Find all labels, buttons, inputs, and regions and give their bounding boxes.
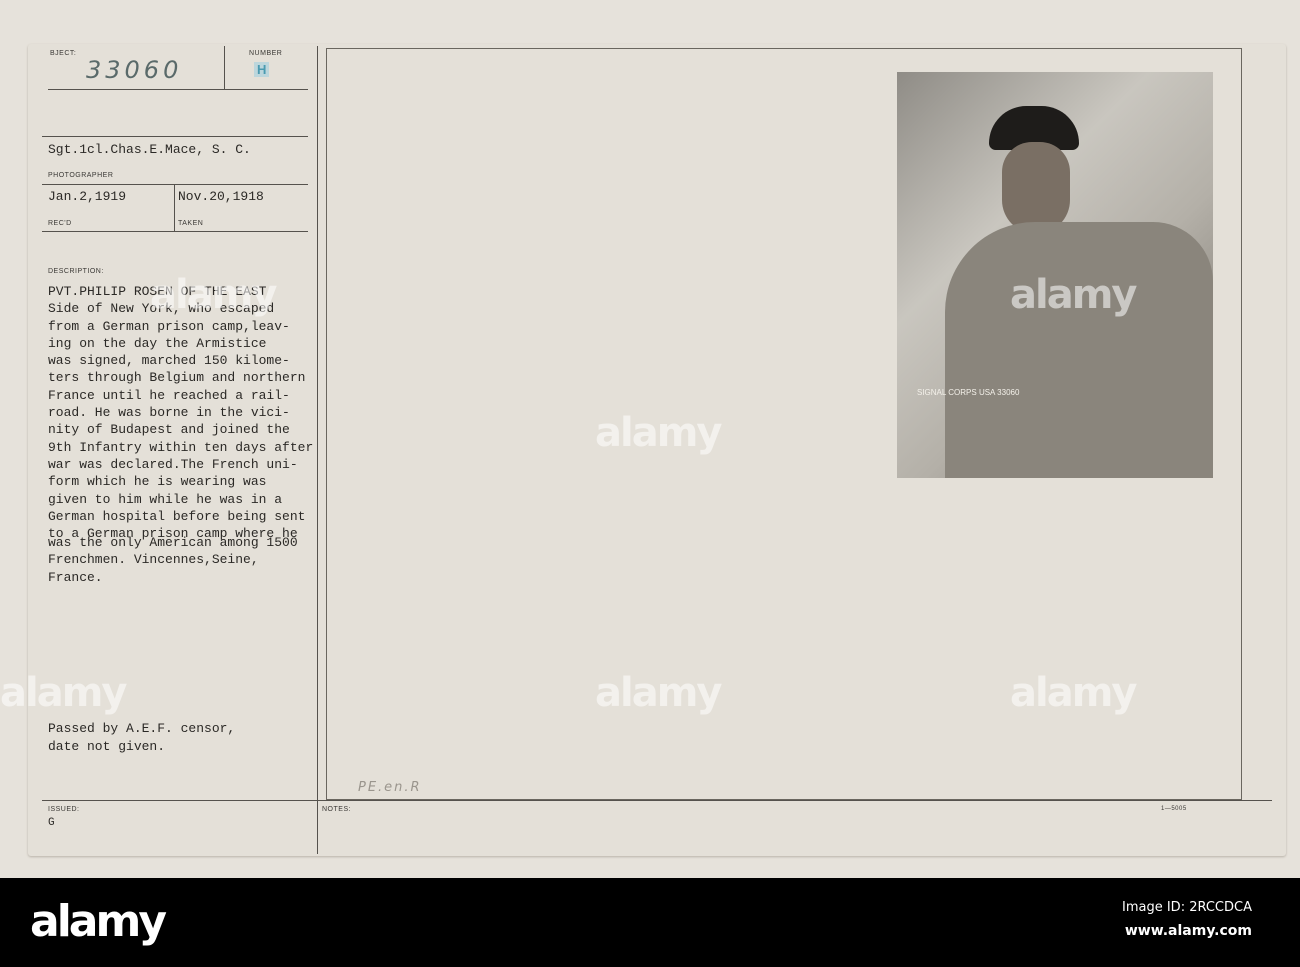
censor-line: date not given. [48,739,166,754]
watermark: alamy [0,670,127,716]
description-text: PVT.PHILIP ROSEN OF THE EAST Side of New… [48,283,313,586]
alamy-footer: alamy Image ID: 2RCCDCA www.alamy.com [0,878,1300,967]
censor-line: Passed by A.E.F. censor, [48,721,236,736]
issued-value: G [48,817,55,829]
description-line: war was declared.The French uni- [48,456,298,472]
form-number: 1—5005 [1161,806,1187,812]
censor-note: Passed by A.E.F. censor, date not given. [48,720,235,756]
watermark: alamy [1010,272,1137,318]
alamy-url[interactable]: www.alamy.com [1125,923,1252,939]
watermark: alamy [1010,670,1137,716]
image-id: Image ID: 2RCCDCA [1122,900,1252,915]
notes-label: NOTES: [322,806,352,813]
watermark: alamy [595,670,722,716]
description-label: DESCRIPTION: [48,268,104,275]
issued-label: ISSUED: [48,806,80,813]
taken-label: TAKEN [178,220,204,227]
taken-date: Nov.20,1918 [178,189,264,204]
number-stamp: H [254,62,270,77]
face [1002,142,1070,234]
description-line: from a German prison camp,leav- [48,318,290,334]
description-line: ing on the day the Armistice [48,335,267,351]
description-line: was the only American among 1500 [48,535,298,551]
description-line: was signed, marched 150 kilome- [48,353,290,369]
watermark: alamy [595,410,722,456]
description-line: given to him while he was in a [48,491,283,507]
description-line: road. He was borne in the vici- [48,405,290,421]
description-line: to a German prison camp where he [48,526,298,542]
description-line: France. [48,569,103,585]
alamy-logo: alamy [30,896,167,947]
description-line: German hospital before being sent [48,508,306,524]
description-line: nity of Budapest and joined the [48,422,290,438]
received-label: REC'D [48,220,72,227]
description-line: ters through Belgium and northern [48,370,306,386]
description-line: Frenchmen. Vincennes,Seine, [48,552,259,568]
photographer-name: Sgt.1cl.Chas.E.Mace, S. C. [48,142,251,157]
description-line: form which he is wearing was [48,474,267,490]
received-date: Jan.2,1919 [48,189,127,204]
subject-number: 33060 [86,56,183,84]
description-line: 9th Infantry within ten days after [48,439,314,455]
description-line: France until he reached a rail- [48,387,290,403]
handwritten-note: PE.en.R [358,780,422,795]
photographer-label: PHOTOGRAPHER [48,172,114,179]
coat [945,222,1213,478]
watermark: alamy [150,272,277,318]
number-label: NUMBER [249,50,283,57]
subject-label: BJECT: [50,50,77,57]
photo-stamp: SIGNAL CORPS USA 33060 [917,388,1020,397]
